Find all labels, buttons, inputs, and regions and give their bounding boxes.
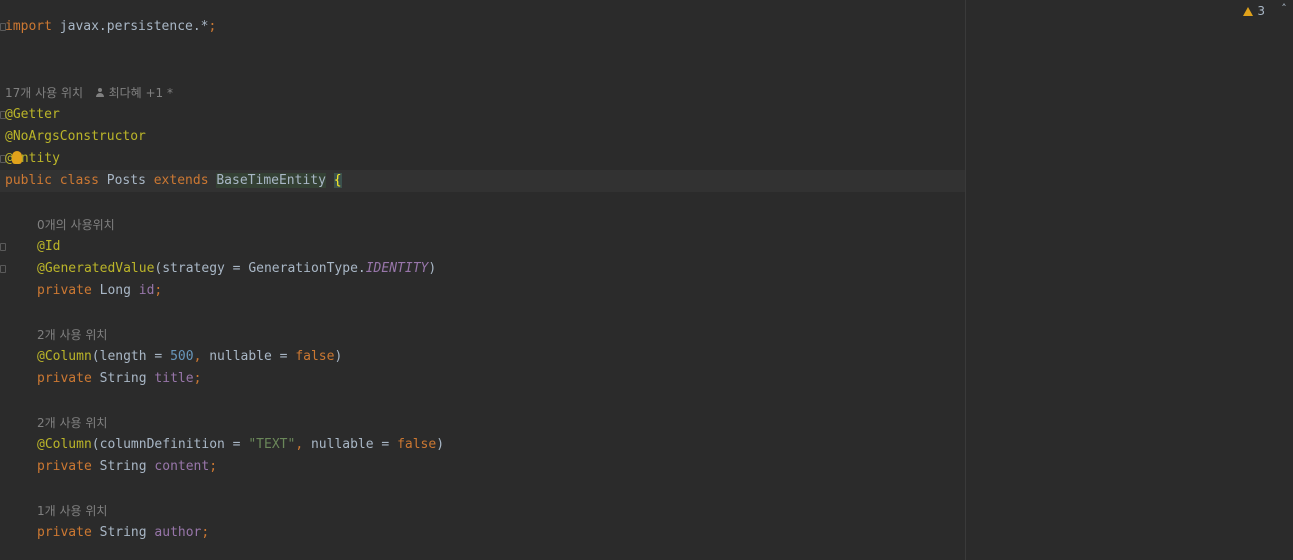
inspection-widget[interactable]: 3 bbox=[1243, 3, 1265, 19]
code-line-id-ann[interactable]: @Id bbox=[37, 236, 60, 258]
code-line-getter[interactable]: @Getter bbox=[5, 104, 60, 126]
title-usage-hint[interactable]: 2개 사용 위치 bbox=[37, 324, 107, 346]
id-usage-hint[interactable]: 0개의 사용위치 bbox=[37, 214, 115, 236]
code-line-import[interactable]: import javax.persistence.*; bbox=[5, 16, 216, 38]
code-line-content-field[interactable]: private String content; bbox=[37, 456, 217, 478]
superclass-name[interactable]: BaseTimeEntity bbox=[216, 173, 326, 188]
code-line-noargs[interactable]: @NoArgsConstructor bbox=[5, 126, 146, 148]
code-line-generated[interactable]: @GeneratedValue(strategy = GenerationTyp… bbox=[37, 258, 436, 280]
author-hint: 최다혜 +1 * bbox=[108, 86, 174, 100]
code-line-id-field[interactable]: private Long id; bbox=[37, 280, 162, 302]
fold-marker-icon[interactable] bbox=[0, 243, 6, 251]
chevron-up-icon[interactable]: ˄ bbox=[1277, 2, 1291, 16]
code-line-column-content[interactable]: @Column(columnDefinition = "TEXT", nulla… bbox=[37, 434, 444, 456]
content-usage-hint[interactable]: 2개 사용 위치 bbox=[37, 412, 107, 434]
code-editor[interactable]: 3 ˄ import javax.persistence.*; 17개 사용 위… bbox=[0, 0, 1293, 560]
fold-marker-icon[interactable] bbox=[0, 265, 6, 273]
class-usage-hint[interactable]: 17개 사용 위치 최다혜 +1 * bbox=[5, 82, 173, 104]
warning-count: 3 bbox=[1257, 4, 1265, 18]
person-icon bbox=[95, 88, 105, 98]
warning-triangle-icon bbox=[1243, 7, 1254, 16]
right-margin-guide bbox=[965, 0, 966, 560]
code-line-author-field[interactable]: private String author; bbox=[37, 522, 209, 544]
code-line-class-decl[interactable]: public class Posts extends BaseTimeEntit… bbox=[0, 170, 965, 192]
brace-match: { bbox=[333, 173, 342, 188]
code-line-title-field[interactable]: private String title; bbox=[37, 368, 201, 390]
author-usage-hint[interactable]: 1개 사용 위치 bbox=[37, 500, 107, 522]
code-line-entity[interactable]: @ ntity bbox=[5, 148, 60, 170]
code-line-column-title[interactable]: @Column(length = 500, nullable = false) bbox=[37, 346, 342, 368]
